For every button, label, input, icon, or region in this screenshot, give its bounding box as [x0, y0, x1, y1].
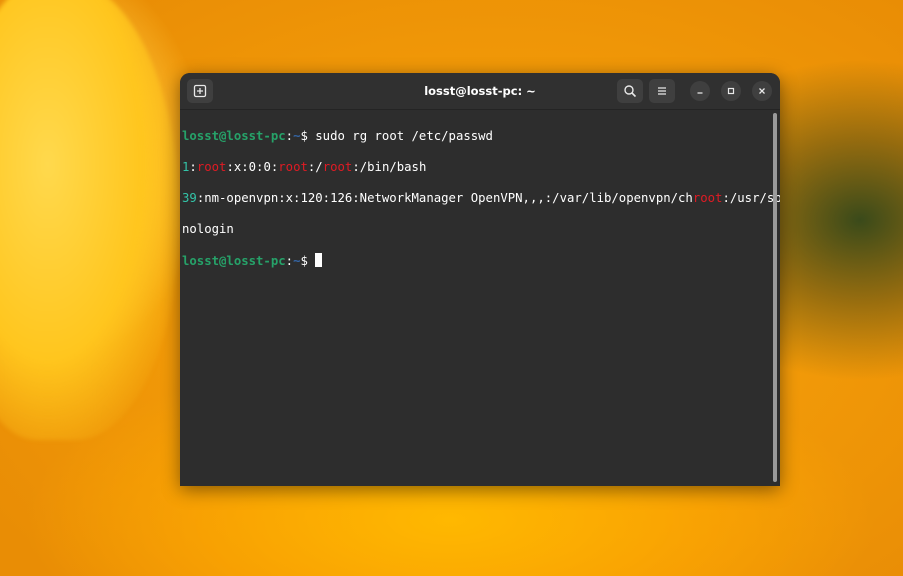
- match-highlight: root: [692, 190, 723, 205]
- command-text: sudo rg root /etc/passwd: [315, 128, 493, 143]
- search-button[interactable]: [617, 79, 643, 103]
- maximize-button[interactable]: [721, 81, 741, 101]
- terminal-output[interactable]: losst@losst-pc:~$ sudo rg root /etc/pass…: [180, 110, 780, 486]
- line-number: 39: [182, 190, 197, 205]
- close-icon: [759, 88, 765, 94]
- terminal-window[interactable]: losst@losst-pc: ~ losst@losst-pc:~$ sudo…: [180, 73, 780, 486]
- minimize-button[interactable]: [690, 81, 710, 101]
- wallpaper-petal: [0, 0, 180, 440]
- prompt-line[interactable]: losst@losst-pc:~$: [182, 252, 768, 269]
- match-highlight: root: [278, 159, 308, 174]
- prompt-symbol: $: [300, 253, 316, 268]
- match-highlight: root: [196, 159, 227, 174]
- match-highlight: root: [322, 159, 353, 174]
- text-cursor: [315, 252, 323, 267]
- hamburger-menu-icon: [658, 87, 666, 95]
- result-text: :/bin/bash: [352, 159, 427, 174]
- result-text: nologin: [182, 221, 234, 236]
- result-text: :nm-openvpn:x:120:126:NetworkManager Ope…: [196, 190, 693, 205]
- command-line: losst@losst-pc:~$ sudo rg root /etc/pass…: [182, 129, 768, 145]
- result-text: :/usr/sbin/: [722, 190, 780, 205]
- prompt-user: losst@losst-pc: [182, 253, 286, 268]
- result-line-39-wrap: nologin: [182, 222, 768, 238]
- maximize-icon: [727, 87, 735, 95]
- minimize-icon: [697, 92, 703, 94]
- scrollbar[interactable]: [773, 113, 777, 482]
- prompt-separator: :: [285, 253, 294, 268]
- result-line-1: 1:root:x:0:0:root:/root:/bin/bash: [182, 160, 768, 176]
- result-text: :/: [307, 159, 323, 174]
- title-bar[interactable]: losst@losst-pc: ~: [180, 73, 780, 110]
- result-line-39: 39:nm-openvpn:x:120:126:NetworkManager O…: [182, 190, 780, 207]
- prompt-symbol: $: [300, 128, 316, 143]
- result-text: :x:0:0:: [226, 159, 279, 174]
- prompt-separator: :: [285, 128, 294, 143]
- result-text: :: [189, 159, 197, 174]
- close-button[interactable]: [752, 81, 772, 101]
- menu-button[interactable]: [649, 79, 675, 103]
- search-icon: [624, 85, 637, 98]
- prompt-user: losst@losst-pc: [182, 128, 286, 143]
